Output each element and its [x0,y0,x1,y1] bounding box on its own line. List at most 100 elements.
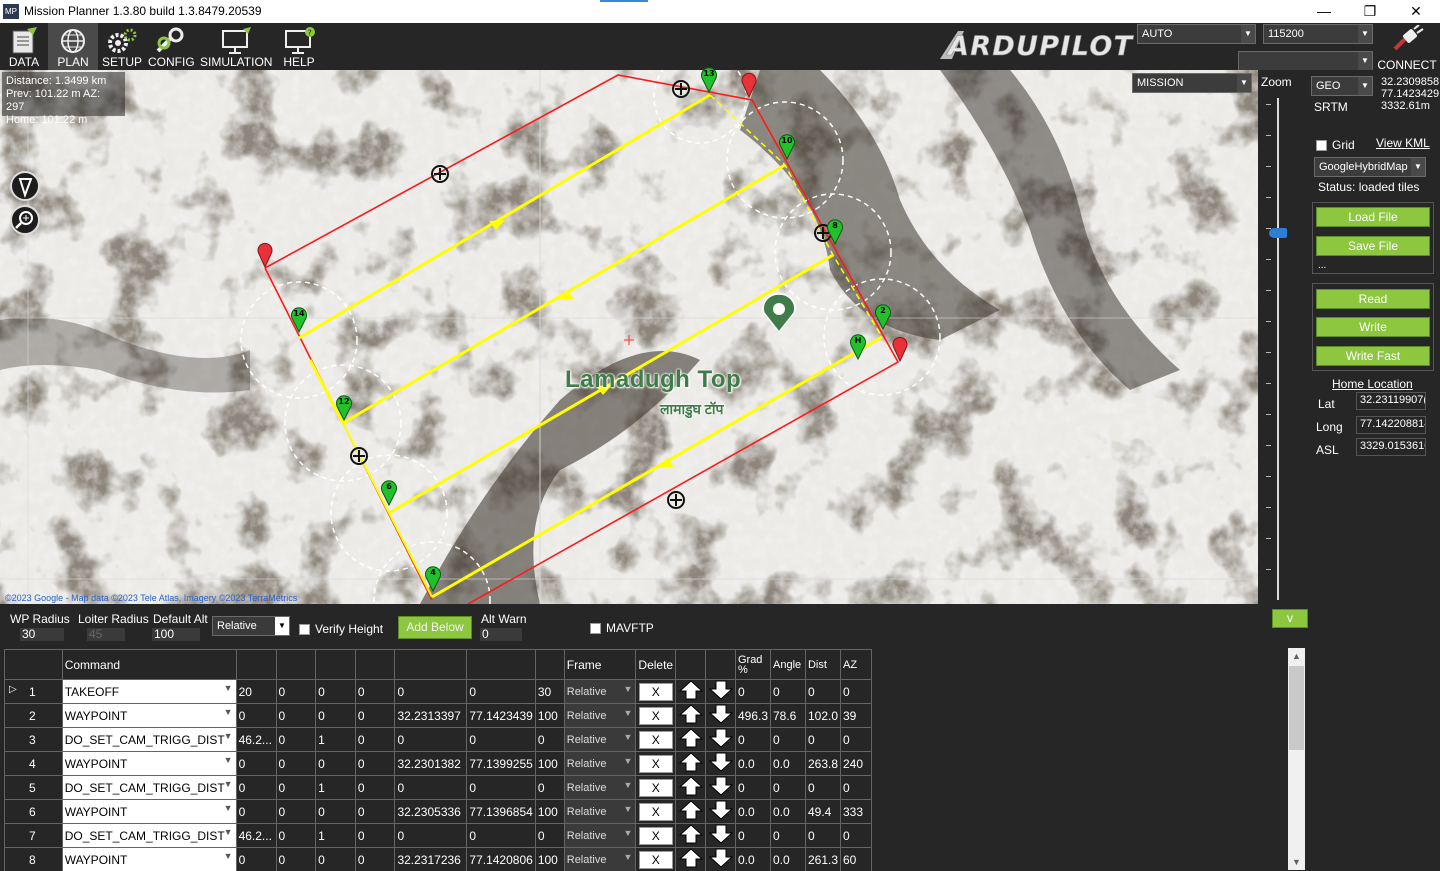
command-select[interactable]: DO_SET_CAM_TRIGG_DIST ▼ [61,775,237,800]
param-cell[interactable]: 32.2305336 [394,799,468,824]
default-alt-input[interactable]: 100 [152,628,200,641]
param-cell[interactable]: 0 [275,823,317,848]
toolbar-plan-button[interactable]: PLAN [48,23,98,70]
param-cell[interactable]: 0 [275,679,317,704]
home-asl-input[interactable]: 3329.0153610 [1356,438,1426,456]
param-cell[interactable]: 0 [275,727,317,752]
column-header[interactable]: Delete [635,649,677,680]
param-cell[interactable]: 0 [275,751,317,776]
param-cell[interactable]: 20 [235,679,277,704]
move-up-button[interactable] [675,727,707,752]
param-cell[interactable]: 0 [354,751,396,776]
frame-select[interactable]: Relative ▼ [563,727,637,752]
param-cell[interactable]: 0 [534,727,565,752]
verify-height-checkbox[interactable] [299,624,310,635]
frame-select[interactable]: Relative ▼ [563,847,637,871]
column-header[interactable] [235,649,277,680]
column-header[interactable] [4,649,63,680]
param-cell[interactable]: 0 [394,775,468,800]
column-header[interactable]: AZ [840,649,872,680]
param-cell[interactable]: 0 [466,727,536,752]
param-cell[interactable]: 1 [315,727,356,752]
load-file-button[interactable]: Load File [1316,207,1430,227]
move-down-button[interactable] [705,703,736,728]
table-row[interactable]: 2 WAYPOINT ▼ 0 0 0 0 32.2313397 77.1423439 100 Rel… [4,703,872,728]
home-lat-input[interactable]: 32.23119907( [1356,392,1426,410]
scroll-up-icon[interactable]: ▲ [1288,648,1305,664]
param-cell[interactable]: 0 [235,799,277,824]
param-cell[interactable]: 0 [315,799,356,824]
polygon-vertex-marker[interactable] [892,336,908,362]
read-button[interactable]: Read [1316,289,1430,309]
baud-rate-select[interactable]: 115200 ▼ [1263,24,1373,44]
table-scrollbar[interactable]: ▲ ▼ [1288,648,1305,870]
command-select[interactable]: WAYPOINT ▼ [61,703,237,728]
coord-mode-select[interactable]: GEO ▼ [1311,76,1373,96]
move-down-button[interactable] [705,751,736,776]
waypoint-marker[interactable]: 2 [874,303,892,331]
table-row[interactable]: 7 DO_SET_CAM_TRIGG_DIST ▼ 46.2... 0 1 0 0 0 0 Rela… [4,823,872,848]
waypoint-marker[interactable]: 4 [424,565,442,593]
move-up-button[interactable] [675,823,707,848]
column-header[interactable]: Command [61,649,237,680]
table-row[interactable]: 4 WAYPOINT ▼ 0 0 0 0 32.2301382 77.1399255 100 Rel… [4,751,872,776]
command-select[interactable]: DO_SET_CAM_TRIGG_DIST ▼ [61,823,237,848]
param-cell[interactable]: 77.1396854 [466,799,536,824]
param-cell[interactable]: 0 [275,847,317,871]
waypoint-marker[interactable]: 14 [290,306,308,334]
wp-radius-input[interactable]: 30 [20,628,64,641]
zoom-button[interactable] [10,205,40,235]
column-header[interactable] [534,649,565,680]
param-cell[interactable]: 0 [235,847,277,871]
waypoint-marker[interactable]: 13 [700,66,718,94]
move-up-button[interactable] [675,847,707,871]
column-header[interactable]: Dist [804,649,842,680]
move-down-button[interactable] [705,823,736,848]
column-header[interactable] [466,649,536,680]
delete-button[interactable]: X [638,730,673,749]
connect-button[interactable]: CONNECT [1376,24,1438,72]
toolbar-data-button[interactable]: DATA [2,23,46,70]
command-select[interactable]: WAYPOINT ▼ [61,751,237,776]
move-up-button[interactable] [675,703,707,728]
waypoint-marker[interactable]: 10 [778,133,796,161]
param-cell[interactable]: 0 [354,727,396,752]
param-cell[interactable]: 100 [534,799,565,824]
delete-button[interactable]: X [638,850,673,869]
param-cell[interactable]: 0 [354,703,396,728]
param-cell[interactable]: 0 [394,823,468,848]
command-select[interactable]: WAYPOINT ▼ [61,799,237,824]
frame-select[interactable]: Relative ▼ [563,799,637,824]
frame-select[interactable]: Relative ▼ [563,703,637,728]
com-port-select[interactable]: ▼ [1238,51,1373,71]
table-row[interactable]: ▷ 1 TAKEOFF ▼ 20 0 0 0 0 0 30 Relative ▼ X 0 0 0 0 [4,679,872,704]
waypoint-marker[interactable]: 6 [380,479,398,507]
table-row[interactable]: 6 WAYPOINT ▼ 0 0 0 0 32.2305336 77.1396854 100 Rel… [4,799,872,824]
column-header[interactable]: Grad % [734,649,772,680]
toolbar-config-button[interactable]: CONFIG [148,23,195,70]
close-button[interactable]: ✕ [1393,0,1439,23]
param-cell[interactable]: 77.1399255 [466,751,536,776]
param-cell[interactable]: 1 [315,775,356,800]
param-cell[interactable]: 0 [315,847,356,871]
write-button[interactable]: Write [1316,317,1430,337]
column-header[interactable]: Angle [770,649,806,680]
zoom-slider-track[interactable] [1277,98,1279,600]
move-up-button[interactable] [675,775,707,800]
delete-button[interactable]: X [638,778,673,797]
move-down-button[interactable] [705,679,736,704]
command-select[interactable]: DO_SET_CAM_TRIGG_DIST ▼ [61,727,237,752]
alt-frame-select[interactable]: Relative ▼ [212,616,290,636]
scroll-down-icon[interactable]: ▼ [1288,854,1305,870]
column-header[interactable] [315,649,356,680]
param-cell[interactable]: 0 [235,775,277,800]
param-cell[interactable]: 100 [534,847,565,871]
param-cell[interactable]: 100 [534,751,565,776]
param-cell[interactable]: 0 [315,751,356,776]
move-down-button[interactable] [705,799,736,824]
column-header[interactable] [394,649,468,680]
param-cell[interactable]: 32.2301382 [394,751,468,776]
waypoint-marker[interactable]: H [849,333,867,361]
map-type-select[interactable]: GoogleHybridMap ▼ [1314,157,1426,177]
grid-checkbox[interactable] [1316,140,1327,151]
